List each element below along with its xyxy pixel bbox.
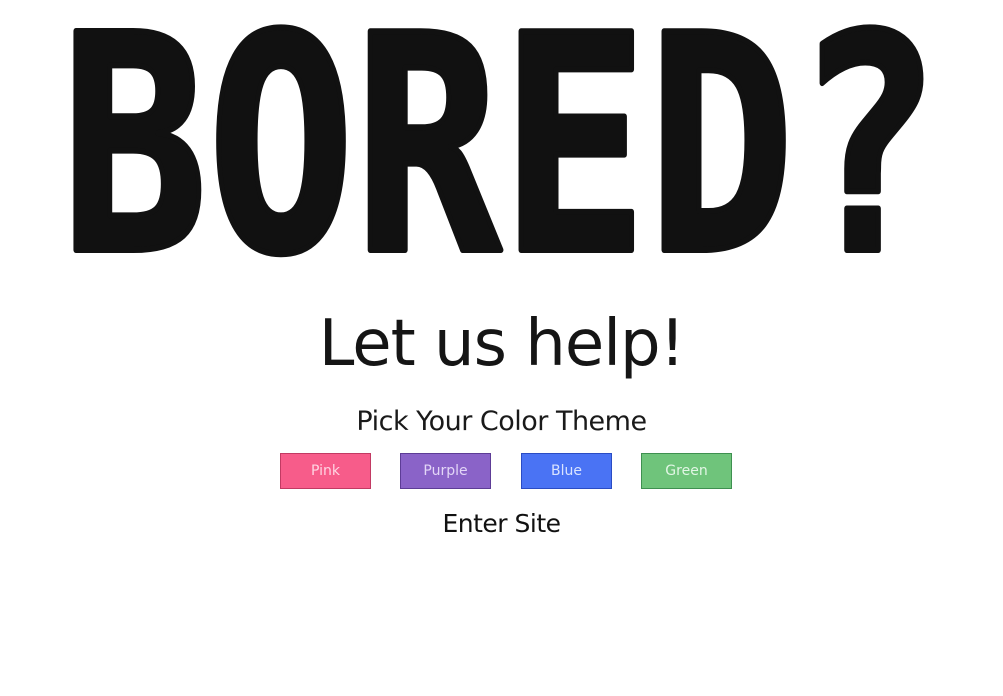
theme-pink-button[interactable]: Pink: [280, 453, 371, 489]
theme-button-group: Pink Purple Blue Green: [280, 453, 733, 489]
hero-title-graphic: BORED?: [58, 18, 944, 296]
theme-blue-button[interactable]: Blue: [521, 453, 612, 489]
theme-picker-heading: Pick Your Color Theme: [356, 406, 647, 437]
theme-green-button[interactable]: Green: [641, 453, 732, 489]
theme-purple-button[interactable]: Purple: [400, 453, 491, 489]
hero-title-text: BORED?: [61, 18, 941, 296]
hero-title: BORED?: [0, 18, 1003, 296]
enter-site-link[interactable]: Enter Site: [0, 507, 1003, 541]
tagline: Let us help!: [318, 307, 686, 381]
